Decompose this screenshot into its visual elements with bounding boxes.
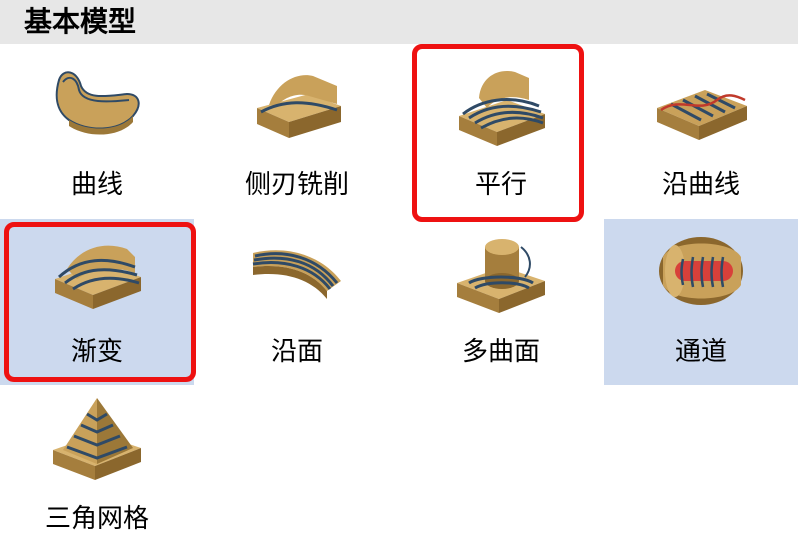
tile-triangle-mesh-label: 三角网格 bbox=[44, 504, 149, 534]
tile-multi-surface[interactable]: 多曲面 bbox=[404, 219, 598, 385]
tile-side-milling[interactable]: 侧刃铣削 bbox=[200, 52, 394, 218]
tile-along-surface[interactable]: 沿面 bbox=[200, 219, 394, 385]
along-surface-icon bbox=[252, 250, 341, 299]
tile-curve[interactable]: 曲线 bbox=[0, 52, 194, 218]
tile-morph[interactable]: 渐变 bbox=[0, 219, 194, 385]
multi-surface-icon bbox=[457, 239, 545, 313]
along-curve-icon bbox=[657, 90, 747, 140]
tile-curve-label: 曲线 bbox=[70, 170, 123, 200]
triangle-mesh-icon bbox=[53, 398, 141, 480]
tile-along-surface-label: 沿面 bbox=[270, 337, 323, 367]
tile-channel-label: 通道 bbox=[674, 337, 727, 367]
basic-model-panel: 基本模型 曲线 侧刃铣削 平行 沿曲线 渐变 沿面 多曲面 通道 三角网格 bbox=[0, 0, 798, 554]
tile-morph-label: 渐变 bbox=[70, 337, 123, 367]
side-milling-icon bbox=[257, 75, 341, 138]
parallel-icon bbox=[459, 71, 545, 146]
tile-triangle-mesh[interactable]: 三角网格 bbox=[0, 386, 194, 552]
tile-along-curve-label: 沿曲线 bbox=[661, 170, 740, 200]
morph-icon bbox=[55, 245, 141, 309]
panel-title: 基本模型 bbox=[24, 5, 137, 38]
tile-parallel[interactable]: 平行 bbox=[404, 52, 598, 218]
curve-model-icon bbox=[55, 71, 140, 135]
tile-parallel-label: 平行 bbox=[474, 170, 527, 200]
panel-header: 基本模型 bbox=[0, 0, 798, 44]
tile-multi-surface-label: 多曲面 bbox=[461, 337, 540, 367]
tile-side-milling-label: 侧刃铣削 bbox=[244, 170, 349, 200]
channel-icon bbox=[659, 237, 743, 305]
tile-channel[interactable]: 通道 bbox=[604, 219, 798, 385]
tile-along-curve[interactable]: 沿曲线 bbox=[604, 52, 798, 218]
